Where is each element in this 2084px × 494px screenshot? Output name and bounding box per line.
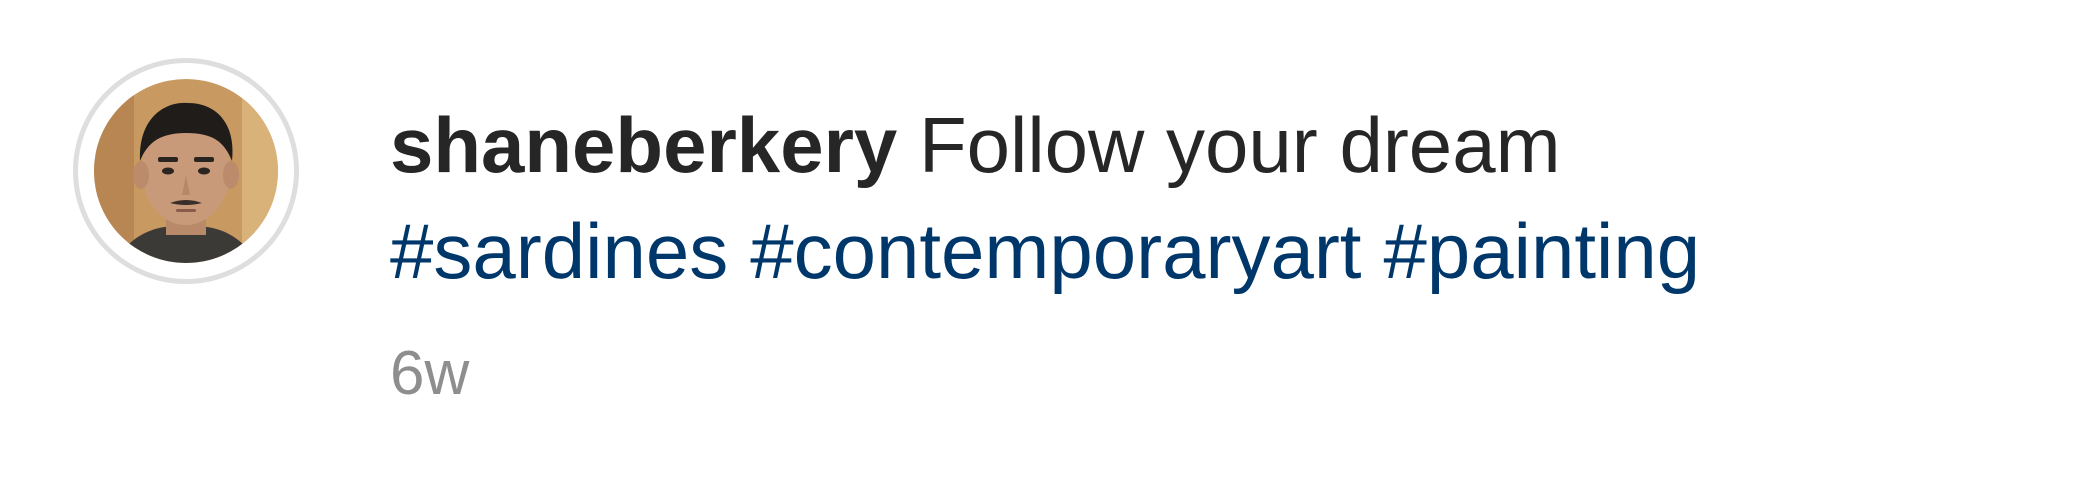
comment-item: shaneberkery Follow your dream #sardines… [0,0,2084,494]
hashtag-link-sardines[interactable]: #sardines [390,207,728,295]
caption-text: Follow your dream [918,101,1561,189]
comment-body: shaneberkery Follow your dream #sardines… [390,92,2040,304]
username-link[interactable]: shaneberkery [390,101,897,189]
hashtag-line: #sardines #contemporaryart #painting [390,198,2040,304]
avatar[interactable] [94,79,278,263]
timestamp-link[interactable]: 6w [390,338,469,409]
avatar-ring[interactable] [73,58,299,284]
caption-line: shaneberkery Follow your dream [390,92,2040,198]
hashtag-link-painting[interactable]: #painting [1383,207,1700,295]
avatar-photo [94,79,278,263]
hashtag-link-contemporaryart[interactable]: #contemporaryart [750,207,1361,295]
